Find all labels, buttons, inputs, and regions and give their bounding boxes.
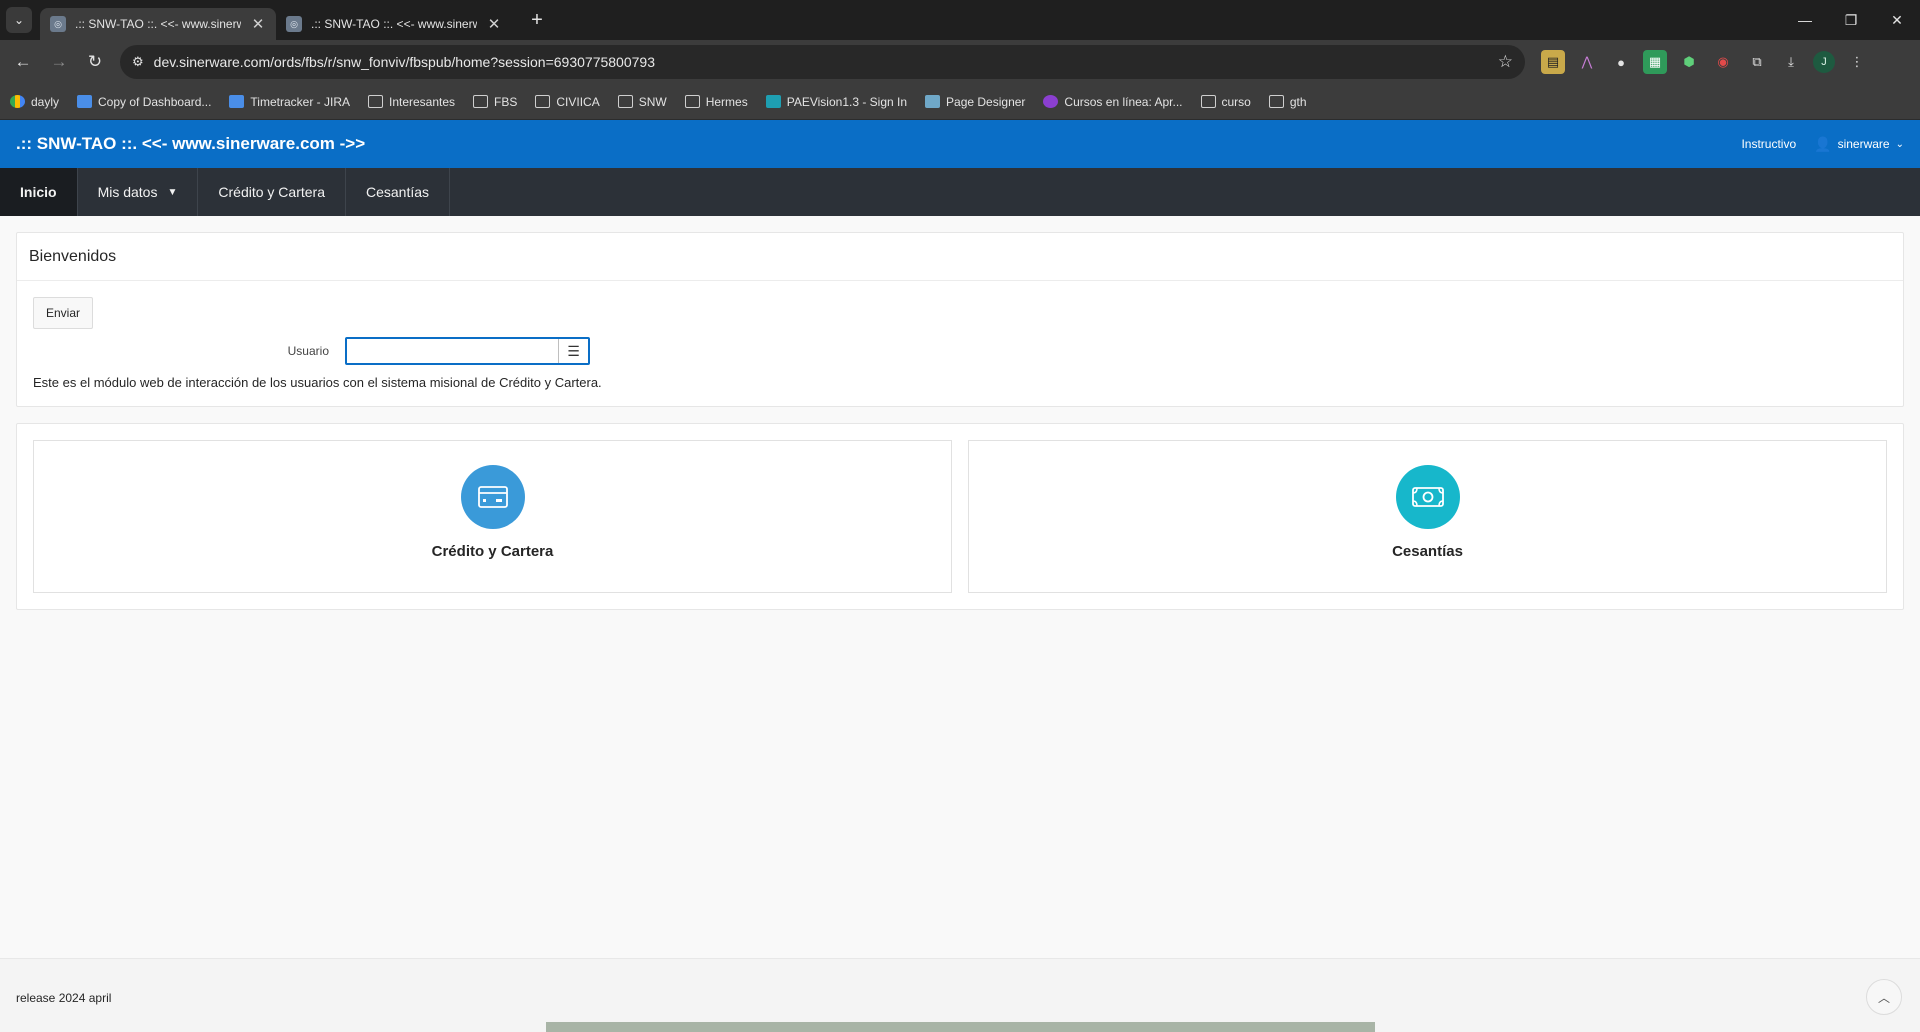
folder-icon <box>1268 95 1284 108</box>
chevron-up-icon: ︿ <box>1877 990 1890 1005</box>
main-menu: Inicio Mis datos ▼ Crédito y Cartera Cesa… <box>0 168 1920 216</box>
folder-icon <box>617 95 633 108</box>
region-title: Bienvenidos <box>17 233 1903 281</box>
user-menu[interactable]: 👤 sinerware ⌄ <box>1814 136 1904 153</box>
tab-search-button[interactable]: ⌄ <box>6 7 32 33</box>
header-nav: Instructivo 👤 sinerware ⌄ <box>1741 136 1904 153</box>
url-text[interactable]: dev.sinerware.com/ords/fbs/r/snw_fonviv/… <box>154 54 1488 70</box>
bookmark-folder[interactable]: Interesantes <box>367 95 455 109</box>
menu-item-mis-datos[interactable]: Mis datos ▼ <box>78 168 199 216</box>
window-controls: — ❐ ✕ <box>1782 0 1920 40</box>
tab-title: .:: SNW-TAO ::. <<- www.sinerw <box>311 17 477 31</box>
address-bar[interactable]: ⚙ dev.sinerware.com/ords/fbs/r/snw_fonvi… <box>120 45 1525 79</box>
menu-item-credito-cartera[interactable]: Crédito y Cartera <box>198 168 346 216</box>
folder-icon <box>367 95 383 108</box>
browser-tab-1[interactable]: ◎ .:: SNW-TAO ::. <<- www.sinerw ✕ <box>40 8 276 40</box>
tab-title: .:: SNW-TAO ::. <<- www.sinerw <box>75 17 241 31</box>
extensions-puzzle-icon[interactable]: ⧉ <box>1745 50 1769 74</box>
site-favicon-icon: ◎ <box>50 16 66 32</box>
bookmark-item[interactable]: Cursos en línea: Apr... <box>1043 95 1183 109</box>
username: sinerware <box>1837 137 1890 151</box>
money-bill-icon <box>1395 465 1460 529</box>
card-title: Crédito y Cartera <box>431 543 554 560</box>
card-cesantias[interactable]: Cesantías <box>968 440 1887 593</box>
close-window-icon[interactable]: ✕ <box>1874 0 1920 40</box>
folder-icon <box>1200 95 1216 108</box>
credit-card-icon <box>460 465 525 529</box>
bookmark-item[interactable]: PAEVision1.3 - Sign In <box>765 95 907 109</box>
taskbar-strip <box>546 1022 1375 1032</box>
page-content: Bienvenidos Enviar Usuario ☰ Este es el … <box>0 216 1920 610</box>
instructivo-link[interactable]: Instructivo <box>1741 137 1796 151</box>
bookmark-folder[interactable]: Hermes <box>684 95 748 109</box>
back-arrow-icon[interactable]: ← <box>8 47 38 77</box>
page-footer: release 2024 april ︿ <box>0 958 1920 1032</box>
scroll-to-top-button[interactable]: ︿ <box>1866 979 1902 1015</box>
bookmark-item[interactable]: Timetracker - JIRA <box>229 95 350 109</box>
cards-region: Crédito y Cartera Cesantías <box>16 423 1904 610</box>
welcome-body: Enviar Usuario ☰ Este es el módulo web d… <box>17 281 1903 406</box>
bookmark-item[interactable]: Page Designer <box>925 95 1025 109</box>
bookmark-folder[interactable]: curso <box>1200 95 1251 109</box>
card-title: Cesantías <box>1392 543 1463 560</box>
new-tab-button[interactable]: + <box>524 9 550 32</box>
card-credito-cartera[interactable]: Crédito y Cartera <box>33 440 952 593</box>
bookmark-favicon-icon <box>765 95 781 108</box>
welcome-region: Bienvenidos Enviar Usuario ☰ Este es el … <box>16 232 1904 407</box>
bookmark-folder[interactable]: gth <box>1268 95 1307 109</box>
extensions-area: ▤ ⋀ ● ▦ ⬢ ◉ ⧉ ⤓ J ⋮ <box>1541 50 1869 74</box>
bookmark-star-icon[interactable]: ☆ <box>1498 52 1513 72</box>
cards-container: Crédito y Cartera Cesantías <box>17 424 1903 609</box>
app-title[interactable]: .:: SNW-TAO ::. <<- www.sinerware.com ->… <box>16 134 365 154</box>
bookmark-folder[interactable]: SNW <box>617 95 667 109</box>
folder-icon <box>473 95 489 108</box>
chevron-down-icon: ▼ <box>167 186 178 198</box>
bookmark-favicon-icon <box>10 95 25 108</box>
usuario-input[interactable] <box>347 339 558 363</box>
jira-icon <box>229 95 245 108</box>
extension-shield-icon[interactable]: ⬢ <box>1677 50 1701 74</box>
restore-icon[interactable]: ❐ <box>1828 0 1874 40</box>
extension-sheet-icon[interactable]: ▦ <box>1643 50 1667 74</box>
page-designer-icon <box>925 95 941 108</box>
bookmark-item[interactable]: dayly <box>10 95 59 109</box>
site-favicon-icon: ◎ <box>286 16 302 32</box>
browser-tab-2[interactable]: ◎ .:: SNW-TAO ::. <<- www.sinerw ✕ <box>276 8 512 40</box>
minimize-icon[interactable]: — <box>1782 0 1828 40</box>
jira-icon <box>77 95 93 108</box>
close-tab-icon[interactable]: ✕ <box>486 15 502 33</box>
bookmark-item[interactable]: Copy of Dashboard... <box>77 95 211 109</box>
extension-notes-icon[interactable]: ▤ <box>1541 50 1565 74</box>
downloads-icon[interactable]: ⤓ <box>1779 50 1803 74</box>
bookmark-folder[interactable]: FBS <box>473 95 517 109</box>
usuario-row: Usuario ☰ <box>33 337 1887 365</box>
profile-avatar[interactable]: J <box>1813 51 1835 73</box>
folder-icon <box>684 95 700 108</box>
usuario-field: ☰ <box>345 337 590 365</box>
bookmarks-bar: dayly Copy of Dashboard... Timetracker -… <box>0 84 1920 120</box>
extension-recorder-icon[interactable]: ◉ <box>1711 50 1735 74</box>
browser-menu-icon[interactable]: ⋮ <box>1845 50 1869 74</box>
menu-item-cesantias[interactable]: Cesantías <box>346 168 451 216</box>
user-icon: 👤 <box>1814 135 1832 152</box>
chevron-down-icon: ⌄ <box>1895 138 1904 150</box>
menu-item-inicio[interactable]: Inicio <box>0 168 78 216</box>
extension-cloud-icon[interactable]: ● <box>1609 50 1633 74</box>
module-description: Este es el módulo web de interacción de … <box>33 375 602 390</box>
release-text: release 2024 april <box>16 991 112 1005</box>
extension-chart-icon[interactable]: ⋀ <box>1575 50 1599 74</box>
site-info-icon[interactable]: ⚙ <box>132 54 144 70</box>
close-tab-icon[interactable]: ✕ <box>250 15 266 33</box>
folder-icon <box>535 95 551 108</box>
usuario-label: Usuario <box>287 344 329 358</box>
forward-arrow-icon[interactable]: → <box>44 47 74 77</box>
reload-icon[interactable]: ↻ <box>80 47 110 77</box>
list-of-values-icon[interactable]: ☰ <box>558 339 588 363</box>
browser-toolbar: ← → ↻ ⚙ dev.sinerware.com/ords/fbs/r/snw… <box>0 40 1920 84</box>
bookmark-favicon-icon <box>1043 95 1059 108</box>
app-header: .:: SNW-TAO ::. <<- www.sinerware.com ->… <box>0 120 1920 168</box>
bookmark-folder[interactable]: CIVIICA <box>535 95 600 109</box>
enviar-button[interactable]: Enviar <box>33 297 94 329</box>
browser-tab-strip: ⌄ ◎ .:: SNW-TAO ::. <<- www.sinerw ✕ ◎ .… <box>0 0 1920 40</box>
